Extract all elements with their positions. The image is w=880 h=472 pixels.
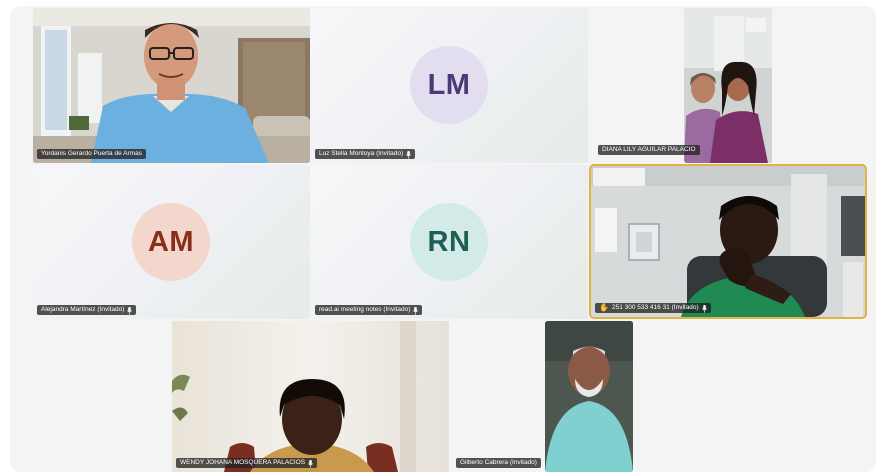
microphone-icon bbox=[701, 304, 707, 313]
video-feed-phone-participant bbox=[591, 166, 865, 317]
nameplate-lm: Luz Stella Montoya (Invitado) bbox=[315, 149, 416, 159]
participant-name: DIANA LILY AGUILAR PALACIO bbox=[602, 146, 696, 153]
participant-name: Gilberto Cabrera (Invitado) bbox=[460, 459, 537, 466]
participant-name: Luz Stella Montoya (Invitado) bbox=[319, 150, 404, 157]
avatar: AM bbox=[132, 203, 210, 281]
nameplate-rn: read.ai meeting notes (Invitado) bbox=[315, 305, 423, 315]
avatar-initials: AM bbox=[147, 225, 195, 258]
raised-hand-icon: ✋ bbox=[599, 303, 609, 312]
microphone-icon bbox=[308, 459, 313, 468]
video-feed-wendy bbox=[172, 321, 449, 472]
video-tile-rn[interactable]: RN read.ai meeting notes (Invitado) bbox=[311, 165, 588, 319]
nameplate-yordanis: Yordanis Gerardo Puerta de Armas bbox=[37, 149, 146, 159]
video-tile-diana[interactable] bbox=[684, 8, 772, 163]
participant-name: WENDY JOHANA MOSQUERA PALACIOS bbox=[180, 459, 306, 466]
video-grid: Yordanis Gerardo Puerta de Armas LM Luz … bbox=[10, 6, 876, 472]
microphone-icon bbox=[127, 306, 133, 315]
microphone-icon bbox=[406, 150, 412, 159]
video-feed-yordanis bbox=[33, 8, 310, 163]
avatar: LM bbox=[410, 46, 488, 124]
avatar-initials: LM bbox=[427, 68, 471, 101]
avatar: RN bbox=[410, 203, 488, 281]
participant-name: Alejandra Martínez (Invitado) bbox=[41, 306, 125, 313]
video-tile-phone-participant[interactable]: ✋ 251 300 533 416 31 (Invitado) bbox=[589, 164, 867, 319]
video-tile-am[interactable]: AM Alejandra Martínez (Invitado) bbox=[33, 165, 310, 319]
participant-name: 251 300 533 416 31 (Invitado) bbox=[611, 304, 699, 311]
video-tile-yordanis[interactable]: Yordanis Gerardo Puerta de Armas bbox=[33, 8, 310, 163]
nameplate-wendy: WENDY JOHANA MOSQUERA PALACIOS bbox=[176, 458, 318, 468]
nameplate-phone-participant: ✋ 251 300 533 416 31 (Invitado) bbox=[595, 303, 711, 313]
nameplate-am: Alejandra Martínez (Invitado) bbox=[37, 305, 137, 315]
participant-name: Yordanis Gerardo Puerta de Armas bbox=[41, 150, 142, 157]
video-tile-gilberto[interactable] bbox=[545, 321, 633, 472]
video-feed-diana bbox=[684, 8, 772, 163]
video-tile-wendy[interactable]: WENDY JOHANA MOSQUERA PALACIOS bbox=[172, 321, 449, 472]
nameplate-gilberto: Gilberto Cabrera (Invitado) bbox=[456, 458, 541, 468]
microphone-icon bbox=[413, 306, 419, 315]
participant-name: read.ai meeting notes (Invitado) bbox=[319, 306, 411, 313]
video-feed-gilberto bbox=[545, 321, 633, 472]
video-tile-lm[interactable]: LM Luz Stella Montoya (Invitado) bbox=[311, 8, 588, 163]
avatar-initials: RN bbox=[427, 225, 471, 258]
nameplate-diana: DIANA LILY AGUILAR PALACIO bbox=[598, 145, 700, 155]
